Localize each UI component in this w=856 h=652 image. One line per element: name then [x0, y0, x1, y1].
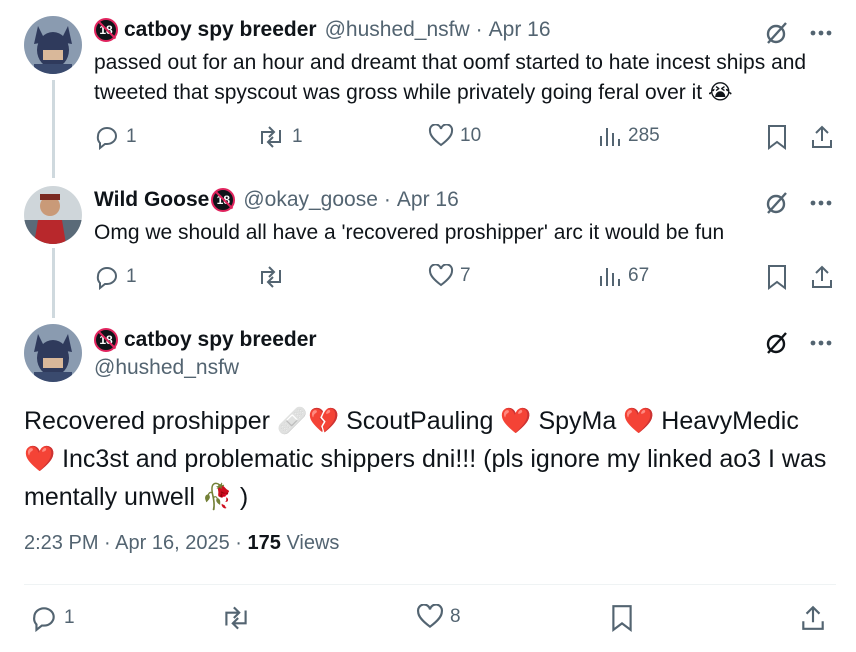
retweet-count: 1	[292, 126, 303, 147]
heart-icon	[428, 264, 454, 288]
reply-button[interactable]: 1	[94, 124, 137, 150]
separator-dot: ·	[104, 532, 111, 554]
bookmark-icon	[610, 604, 634, 632]
tweet-meta: 2:23 PM · Apr 16, 2025 · 175 Views	[24, 532, 339, 555]
username[interactable]: @hushed_nsfw	[325, 18, 470, 42]
separator-dot: ·	[383, 188, 391, 211]
tweet-text: Omg we should all have a 'recovered pros…	[94, 221, 725, 244]
like-count: 10	[460, 125, 482, 146]
share-button[interactable]	[810, 264, 834, 290]
views-icon	[598, 264, 622, 288]
bookmark-button[interactable]	[610, 604, 634, 632]
reply-count: 1	[126, 126, 137, 147]
grok-icon[interactable]	[764, 330, 790, 356]
grok-icon[interactable]	[764, 190, 790, 216]
tweet-date[interactable]: Apr 16	[489, 18, 551, 42]
separator-dot: ·	[475, 18, 483, 41]
post-date[interactable]: Apr 16, 2025	[115, 532, 230, 554]
tweet-actions: 1 7 67	[94, 264, 836, 294]
bookmark-button[interactable]	[766, 264, 788, 290]
views-label: Views	[286, 532, 340, 554]
views-button[interactable]: 285	[598, 124, 660, 148]
post-time[interactable]: 2:23 PM	[24, 532, 98, 554]
share-icon	[800, 604, 826, 632]
more-options-icon[interactable]	[810, 30, 832, 36]
adult-badge-icon: 18	[211, 188, 236, 212]
reply-icon	[30, 604, 58, 632]
grok-icon[interactable]	[764, 20, 790, 46]
reply-count: 1	[126, 266, 137, 287]
views-count: 67	[628, 265, 650, 286]
display-name[interactable]: Wild Goose	[94, 188, 209, 212]
username-row: @hushed_nsfw	[94, 356, 239, 380]
tweet-text: passed out for an hour and dreamt that o…	[94, 51, 807, 104]
share-button[interactable]	[800, 604, 826, 632]
reply-button[interactable]: 1	[94, 264, 137, 290]
tweet-top-icons	[764, 20, 832, 46]
tweet-top-icons	[764, 190, 832, 216]
views-icon	[598, 124, 622, 148]
like-button[interactable]: 8	[416, 604, 461, 630]
adult-badge-icon: 18	[94, 328, 118, 352]
like-button[interactable]: 10	[428, 124, 481, 148]
adult-badge-icon: 18	[94, 18, 118, 42]
main-tweet-text: Recovered proshipper 🩹💔 ScoutPauling ❤️ …	[24, 407, 827, 511]
tweet-date[interactable]: Apr 16	[397, 188, 459, 212]
heart-icon	[416, 604, 444, 630]
divider	[24, 584, 836, 585]
more-options-icon[interactable]	[810, 200, 832, 206]
retweet-icon	[256, 124, 286, 150]
retweet-button[interactable]: 1	[256, 124, 303, 150]
bookmark-icon	[766, 124, 788, 150]
share-button[interactable]	[810, 124, 834, 150]
tweet-top-icons	[764, 330, 832, 356]
share-icon	[810, 124, 834, 150]
views-button[interactable]: 67	[598, 264, 649, 288]
tweet-header: Wild Goose 18 @okay_goose · Apr 16	[94, 188, 459, 212]
main-tweet-actions: 1 8	[30, 604, 830, 634]
views-total: 175	[247, 532, 281, 554]
tweet-header: 18 catboy spy breeder @hushed_nsfw · Apr…	[94, 18, 551, 42]
views-count: 285	[628, 125, 660, 146]
bookmark-button[interactable]	[766, 124, 788, 150]
reply-icon	[94, 124, 120, 150]
like-count: 8	[450, 606, 461, 627]
tweet-2[interactable]: Wild Goose 18 @okay_goose · Apr 16 Omg w…	[0, 178, 856, 318]
retweet-icon	[220, 604, 252, 632]
username[interactable]: @hushed_nsfw	[94, 356, 239, 380]
like-button[interactable]: 7	[428, 264, 471, 288]
tweet-header: 18 catboy spy breeder	[94, 328, 317, 352]
like-count: 7	[460, 265, 471, 286]
bookmark-icon	[766, 264, 788, 290]
avatar[interactable]	[24, 16, 82, 74]
reply-count: 1	[64, 607, 75, 628]
tweet-actions: 1 1 10 285	[94, 124, 836, 154]
retweet-button[interactable]	[256, 264, 292, 290]
display-name[interactable]: catboy spy breeder	[124, 328, 317, 352]
username[interactable]: @okay_goose	[243, 188, 378, 212]
display-name[interactable]: catboy spy breeder	[124, 18, 317, 42]
heart-icon	[428, 124, 454, 148]
avatar[interactable]	[24, 186, 82, 244]
reply-icon	[94, 264, 120, 290]
share-icon	[810, 264, 834, 290]
reply-button[interactable]: 1	[30, 604, 75, 632]
retweet-icon	[256, 264, 286, 290]
separator-dot: ·	[235, 532, 242, 554]
avatar[interactable]	[24, 324, 82, 382]
retweet-button[interactable]	[220, 604, 258, 632]
more-options-icon[interactable]	[810, 340, 832, 346]
tweet-1[interactable]: 18 catboy spy breeder @hushed_nsfw · Apr…	[0, 0, 856, 178]
